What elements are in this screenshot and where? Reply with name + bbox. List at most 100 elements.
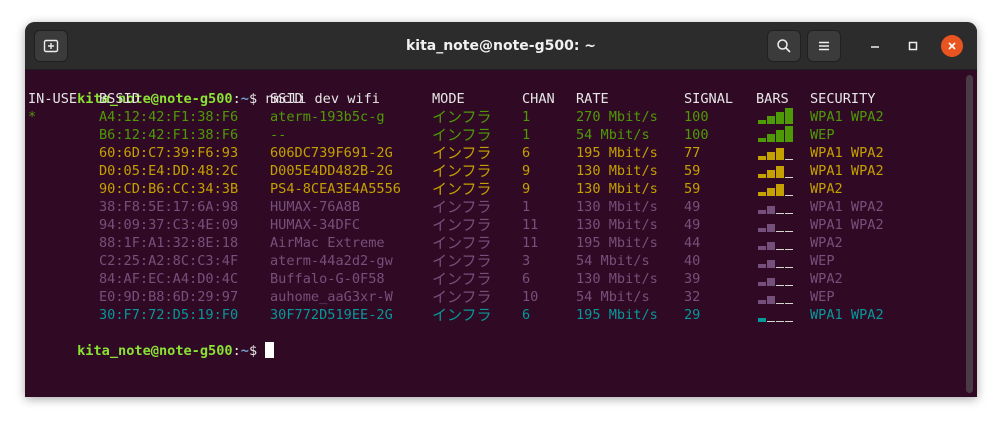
maximize-button[interactable] <box>902 35 924 57</box>
signal-bars-icon <box>758 108 794 126</box>
signal-bar <box>767 134 775 142</box>
header-bssid: BSSID <box>99 91 140 107</box>
cell-bssid: B6:12:42:F1:38:F6 <box>99 127 239 143</box>
cell-signal: 39 <box>684 271 701 287</box>
cell-chan: 3 <box>522 253 531 269</box>
signal-bar <box>758 156 766 160</box>
signal-bar <box>767 260 775 268</box>
cell-bssid: 60:6D:C7:39:F6:93 <box>99 145 239 161</box>
prompt-user: kita_note@note-g500 <box>77 343 233 359</box>
cell-bssid: D0:05:E4:DD:48:2C <box>99 163 239 179</box>
signal-bar <box>767 116 775 124</box>
signal-bars-icon <box>758 126 794 144</box>
cell-chan: 1 <box>522 199 531 215</box>
cell-rate: 195 Mbit/s <box>576 235 658 251</box>
signal-bar <box>767 152 775 160</box>
cell-security: WPA1 WPA2 <box>810 145 884 161</box>
cell-rate: 130 Mbit/s <box>576 199 658 215</box>
cell-rate: 130 Mbit/s <box>576 217 658 233</box>
table-row: 60:6D:C7:39:F6:93 606DC739F691-2G インフラ 6 195… <box>28 144 968 162</box>
signal-bar <box>758 318 766 322</box>
cell-mode: インフラ <box>432 306 492 324</box>
prompt-path: ~ <box>240 343 249 359</box>
cell-security: WEP <box>810 253 835 269</box>
signal-bar <box>776 321 784 322</box>
table-row: E0:9D:B8:6D:29:97 auhome_aaG3xr-W インフラ 10 54… <box>28 288 968 306</box>
signal-bar <box>758 282 766 286</box>
cell-mode: インフラ <box>432 216 492 234</box>
cell-chan: 6 <box>522 145 531 161</box>
signal-bar <box>758 264 766 268</box>
hamburger-menu-icon <box>819 41 829 51</box>
signal-bar <box>785 159 793 160</box>
search-button[interactable] <box>767 30 801 62</box>
table-row: 90:CD:B6:CC:34:3B PS4-8CEA3E4A5556 インフラ 9 13… <box>28 180 968 198</box>
cell-ssid: -- <box>270 127 287 143</box>
signal-bar <box>785 108 793 124</box>
cell-in-use: * <box>28 109 37 125</box>
cell-chan: 11 <box>522 217 539 233</box>
cell-ssid: PS4-8CEA3E4A5556 <box>270 181 401 197</box>
current-prompt: kita_note@note-g500:~$ <box>28 324 275 359</box>
signal-bar <box>776 148 784 160</box>
close-icon <box>948 42 956 50</box>
cell-mode: インフラ <box>432 252 492 270</box>
cell-signal: 29 <box>684 307 701 323</box>
new-tab-button[interactable] <box>34 30 68 62</box>
terminal-output[interactable]: kita_note@note-g500:~$ nmcli dev wifi IN… <box>25 71 977 397</box>
signal-bar <box>785 285 793 286</box>
text-cursor <box>265 342 275 358</box>
cell-signal: 77 <box>684 145 701 161</box>
cell-signal: 49 <box>684 199 701 215</box>
prompt-separator: : <box>232 343 241 359</box>
signal-bar <box>785 195 793 196</box>
cell-ssid: aterm-193b5c-g <box>270 109 385 125</box>
table-row: 30:F7:72:D5:19:F0 30F772D519EE-2G インフラ 6 195… <box>28 306 968 324</box>
header-mode: MODE <box>432 91 465 107</box>
table-row: C2:25:A2:8C:C3:4F aterm-44a2d2-gw インフラ 3 54 … <box>28 252 968 270</box>
signal-bar <box>785 177 793 178</box>
signal-bar <box>776 213 784 214</box>
title-bar[interactable]: kita_note@note-g500: ~ <box>25 22 977 70</box>
cell-mode: インフラ <box>432 234 492 252</box>
close-button[interactable] <box>941 35 963 57</box>
signal-bar <box>767 188 775 196</box>
cell-security: WPA1 WPA2 <box>810 199 884 215</box>
table-row: 38:F8:5E:17:6A:98 HUMAX-76A8B インフラ 1 130 Mbi… <box>28 198 968 216</box>
signal-bar <box>776 166 784 178</box>
signal-bar <box>776 184 784 196</box>
cell-rate: 54 Mbit/s <box>576 253 650 269</box>
cell-chan: 10 <box>522 289 539 305</box>
signal-bar <box>785 126 793 142</box>
header-security: SECURITY <box>810 91 876 107</box>
cell-bssid: 88:1F:A1:32:8E:18 <box>99 235 239 251</box>
cell-mode: インフラ <box>432 126 492 144</box>
cell-security: WEP <box>810 289 835 305</box>
signal-bars-icon <box>758 216 794 234</box>
signal-bar <box>776 267 784 268</box>
signal-bars-icon <box>758 306 794 324</box>
cell-chan: 6 <box>522 307 531 323</box>
menu-button[interactable] <box>807 30 841 62</box>
cell-ssid: Buffalo-G-0F58 <box>270 271 385 287</box>
cell-ssid: D005E4DD482B-2G <box>270 163 393 179</box>
cell-bssid: 30:F7:72:D5:19:F0 <box>99 307 239 323</box>
cell-mode: インフラ <box>432 198 492 216</box>
prompt-symbol: $ <box>248 343 266 359</box>
signal-bar <box>776 231 784 232</box>
cell-security: WPA1 WPA2 <box>810 307 884 323</box>
scrollbar[interactable] <box>966 75 973 393</box>
header-in-use: IN-USE <box>28 91 78 107</box>
cell-mode: インフラ <box>432 144 492 162</box>
cell-bssid: 84:AF:EC:A4:D0:4C <box>99 271 239 287</box>
cell-security: WEP <box>810 127 835 143</box>
maximize-icon <box>908 41 918 51</box>
cell-mode: インフラ <box>432 288 492 306</box>
cell-ssid: HUMAX-34DFC <box>270 217 361 233</box>
signal-bar <box>758 246 766 250</box>
search-icon <box>777 39 791 53</box>
cell-rate: 130 Mbit/s <box>576 163 658 179</box>
minimize-button[interactable] <box>864 35 886 57</box>
signal-bar <box>776 130 784 142</box>
cell-bssid: E0:9D:B8:6D:29:97 <box>99 289 239 305</box>
